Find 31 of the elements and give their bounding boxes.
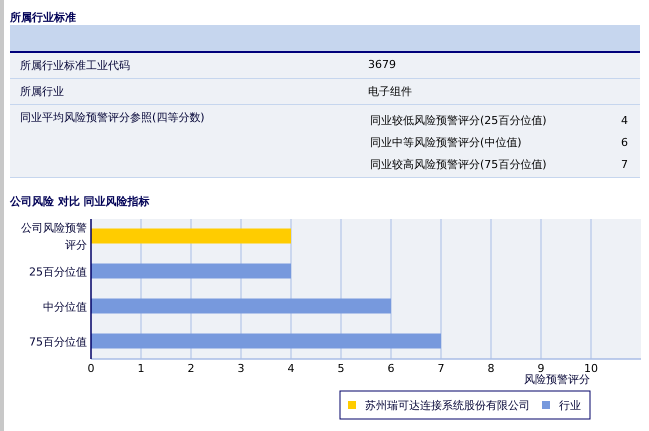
sub-row-value: 4: [621, 114, 628, 126]
sub-row-label: 同业较高风险预警评分(75百分位值): [370, 156, 547, 172]
row-value: 电子组件: [368, 84, 413, 100]
row-label: 同业平均风险预警评分参照(四等分数): [19, 110, 206, 126]
sub-row-value: 7: [621, 158, 628, 170]
tick-label: 1: [138, 362, 144, 375]
legend-label: 行业: [559, 399, 581, 412]
row-value: 3679: [368, 57, 397, 73]
section-title: 所属行业标准: [9, 10, 77, 25]
category-label: 公司风险预警评分: [21, 222, 87, 252]
tick-label: 8: [488, 362, 494, 375]
category-label: 75百分位值: [29, 336, 87, 348]
tick-label: 3: [238, 362, 244, 375]
sub-row-label: 同业中等风险预警评分(中位值): [370, 134, 522, 150]
tick-label: 6: [388, 362, 394, 375]
tick-label: 4: [288, 362, 294, 375]
tick-label: 5: [338, 362, 344, 375]
sub-row-label: 同业较低风险预警评分(25百分位值): [370, 112, 547, 128]
category-label: 中分位值: [43, 300, 87, 314]
legend-label: 苏州瑞可达连接系统股份有限公司: [365, 399, 530, 412]
sub-row-value: 6: [621, 136, 628, 148]
axis-title: 风险预警评分: [524, 373, 590, 386]
category-label: 25百分位值: [29, 266, 87, 278]
row-label: 所属行业: [19, 84, 65, 100]
tick-label: 9: [538, 362, 544, 375]
tick-label: 10: [584, 362, 598, 375]
section-title: 公司风险 对比 同业风险指标: [8, 194, 151, 210]
row-label: 所属行业标准工业代码: [19, 58, 131, 74]
tick-label: 2: [188, 362, 194, 375]
tick-label: 0: [88, 362, 94, 375]
tick-label: 7: [438, 362, 444, 375]
